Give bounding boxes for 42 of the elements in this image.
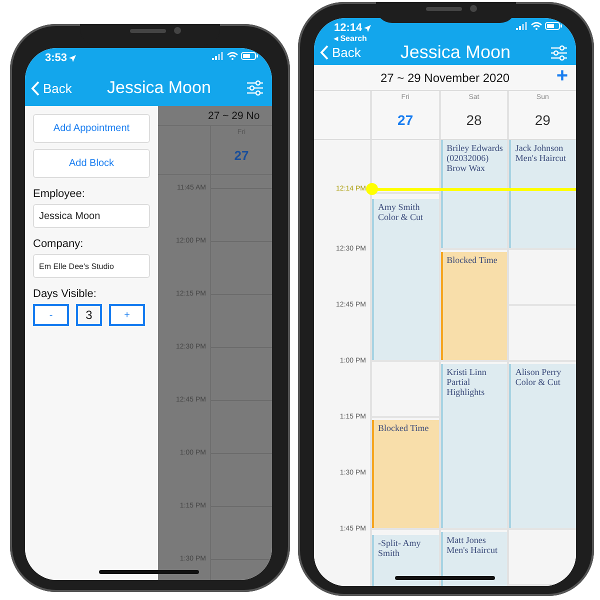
decrement-button[interactable]: - [33, 304, 69, 326]
chevron-left-icon [320, 45, 329, 60]
battery-icon [241, 52, 258, 60]
input-field[interactable]: Em Elle Dee's Studio [33, 254, 150, 278]
day-date: 28 [466, 112, 482, 128]
appointment-block[interactable]: Kristi Linn Partial Highlights [440, 364, 508, 528]
field-label: Company: [33, 238, 84, 250]
battery-icon [545, 22, 562, 30]
chevron-left-icon [31, 80, 40, 96]
appointment-block[interactable]: Alison Perry Color & Cut [509, 364, 576, 528]
signal-icon [516, 22, 528, 30]
appointment-block[interactable]: Briley Edwards (02032006) Brow Wax [440, 140, 508, 248]
appointment-block[interactable]: Matt Jones Men's Haircut [440, 532, 508, 586]
days-value: 3 [76, 304, 102, 326]
appointment-block[interactable]: -Split- Amy Smith [372, 534, 439, 586]
add-button[interactable]: + [556, 66, 568, 86]
blocked-time-block[interactable]: Blocked Time [440, 252, 508, 360]
day-date: 29 [534, 112, 550, 128]
screen-title: Jessica Moon [400, 42, 510, 63]
status-time: 3:53 [45, 52, 68, 64]
status-time: 12:14 [334, 22, 362, 34]
screen-title: Jessica Moon [106, 78, 211, 98]
field-label: Days Visible: [33, 288, 98, 300]
action-button[interactable]: Add Block [33, 149, 150, 178]
location-arrow-icon [69, 54, 76, 62]
input-field[interactable]: Jessica Moon [33, 204, 150, 228]
appointment-block[interactable]: Amy Smith Color & Cut [372, 198, 439, 360]
date-range: 27 ~ 29 No [158, 106, 272, 126]
wifi-icon [227, 52, 238, 60]
appointment-block[interactable]: Jack Johnson Men's Haircut [509, 140, 576, 248]
date-range: 27 ~ 29 November 2020 [380, 70, 510, 84]
blocked-time-block[interactable]: Blocked Time [372, 420, 439, 528]
location-arrow-icon [364, 24, 372, 32]
signal-icon [212, 52, 224, 60]
wifi-icon [531, 22, 542, 30]
increment-button[interactable]: + [109, 304, 145, 326]
settings-icon[interactable] [550, 44, 568, 60]
day-date: 27 [398, 112, 414, 128]
day-date: 27 [234, 148, 249, 163]
action-button[interactable]: Add Appointment [33, 114, 150, 143]
field-label: Employee: [33, 188, 86, 200]
settings-icon[interactable] [246, 80, 264, 96]
